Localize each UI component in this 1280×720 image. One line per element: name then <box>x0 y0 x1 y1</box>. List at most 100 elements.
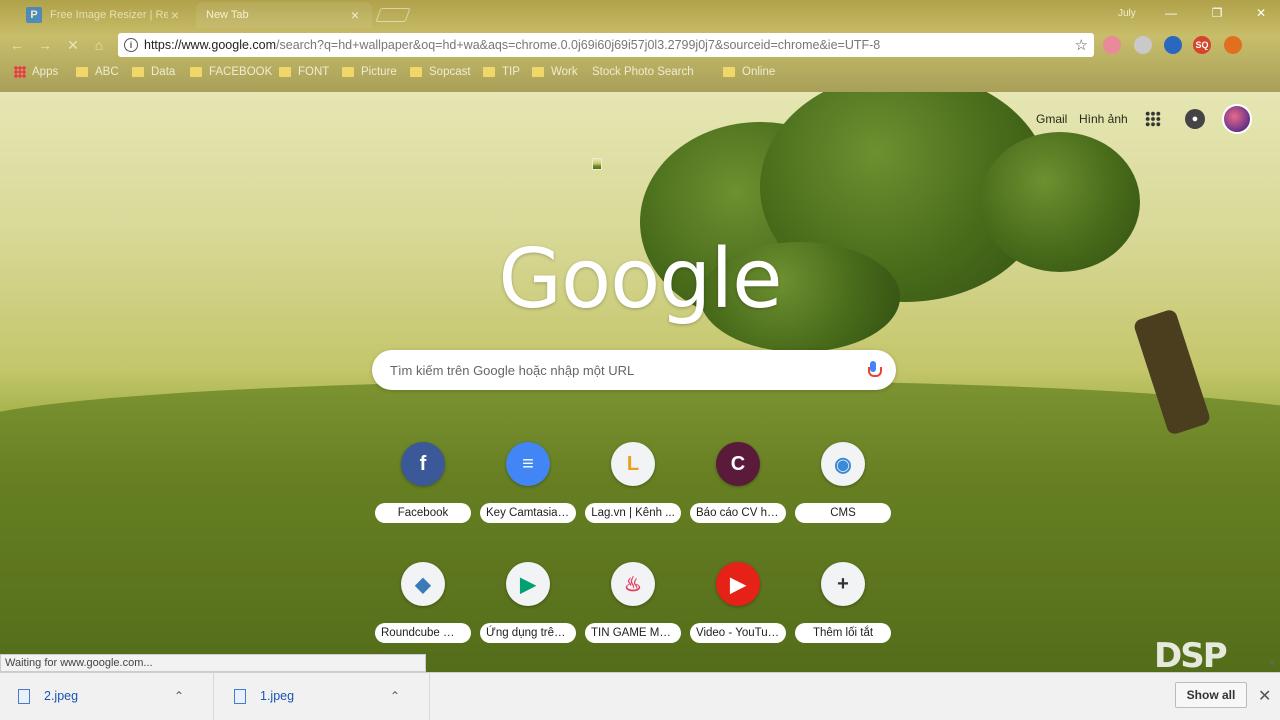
ext-pig-icon[interactable] <box>1103 36 1121 54</box>
shortcut-tile[interactable]: ◆ Roundcube We... <box>375 562 471 662</box>
play-store-icon[interactable]: ▶ <box>506 562 550 606</box>
lag-icon[interactable]: L <box>611 442 655 486</box>
shortcut-label[interactable]: Ứng dụng trên ... <box>480 623 576 643</box>
image-file-icon <box>234 688 246 704</box>
tab-close-icon[interactable]: × <box>348 7 362 23</box>
shortcut-label[interactable]: Video - YouTube <box>690 623 786 643</box>
close-window-button[interactable]: ✕ <box>1246 4 1276 24</box>
bookmark-font[interactable]: FONT <box>279 66 329 78</box>
roundcube-icon[interactable]: ◆ <box>401 562 445 606</box>
bookmark-sopcast[interactable]: Sopcast <box>410 66 471 78</box>
shortcut-label[interactable]: Thêm lối tắt <box>795 623 891 643</box>
ext-fox-icon[interactable] <box>1224 36 1242 54</box>
notifications-bell-icon[interactable]: ● <box>1185 109 1205 129</box>
bookmark-label: FACEBOOK <box>209 66 273 78</box>
stop-icon[interactable]: ✕ <box>64 36 82 54</box>
forward-icon[interactable]: → <box>36 36 54 54</box>
search-input[interactable] <box>390 362 868 378</box>
shortcut-tile[interactable]: ♨ TIN GAME MỚI... <box>585 562 681 662</box>
folder-icon <box>723 67 735 77</box>
shortcut-label[interactable]: Key Camtasia 9... <box>480 503 576 523</box>
new-tab-button[interactable] <box>375 8 411 22</box>
youtube-icon[interactable]: ▶ <box>716 562 760 606</box>
account-avatar[interactable] <box>1222 104 1252 134</box>
info-icon[interactable]: i <box>124 38 138 52</box>
status-bubble: Waiting for www.google.com... <box>0 654 426 672</box>
cms-icon[interactable]: ◉ <box>821 442 865 486</box>
ext-sq-icon[interactable]: SQ <box>1193 36 1211 54</box>
back-icon[interactable]: ← <box>8 36 26 54</box>
ext-circle-icon[interactable] <box>1134 36 1152 54</box>
shortcut-label[interactable]: Roundcube We... <box>375 623 471 643</box>
shortcut-tile[interactable]: f Facebook <box>375 442 471 542</box>
close-download-shelf-icon[interactable]: ✕ <box>1258 686 1271 706</box>
folder-icon <box>76 67 88 77</box>
bookmark-label: Online <box>742 66 776 78</box>
download-filename[interactable]: 1.jpeg <box>260 689 390 703</box>
shortcut-tile[interactable]: C Báo cáo CV há... <box>690 442 786 542</box>
watermark-logo: DSP <box>1154 636 1228 672</box>
url-text[interactable]: https://www.google.com/search?q=hd+wallp… <box>144 38 1075 52</box>
game-icon[interactable]: ♨ <box>611 562 655 606</box>
bookmark-label: Apps <box>32 66 59 78</box>
tab-image-resizer[interactable]: P Free Image Resizer | Res × <box>16 2 192 28</box>
shortcut-tile[interactable]: ▶ Video - YouTube <box>690 562 786 662</box>
bookmark-stock-photo-search[interactable]: Stock Photo Search <box>592 66 694 170</box>
bookmark-apps[interactable]: Apps <box>14 66 58 78</box>
gmail-link[interactable]: Gmail <box>1036 112 1067 126</box>
shortcut-label[interactable]: Báo cáo CV há... <box>690 503 786 523</box>
shortcut-label[interactable]: Lag.vn | Kênh ... <box>585 503 681 523</box>
bookmark-picture[interactable]: Picture <box>342 66 397 78</box>
folder-icon <box>410 67 422 77</box>
bookmark-data[interactable]: Data <box>132 66 175 78</box>
shortcut-label[interactable]: TIN GAME MỚI... <box>585 623 681 643</box>
home-icon[interactable]: ⌂ <box>90 36 108 54</box>
bookmark-label: Stock Photo Search <box>592 66 694 78</box>
shortcut-tile[interactable]: + Thêm lối tắt <box>795 562 891 662</box>
tab-title: New Tab <box>206 9 249 21</box>
folder-icon <box>483 67 495 77</box>
docs-icon[interactable]: ≡ <box>506 442 550 486</box>
bookmark-facebook[interactable]: FACEBOOK <box>190 66 272 78</box>
bookmark-online[interactable]: Online <box>723 66 775 78</box>
images-link[interactable]: Hình ảnh <box>1079 112 1128 126</box>
letter-c-icon[interactable]: C <box>716 442 760 486</box>
shortcut-tile[interactable]: L Lag.vn | Kênh ... <box>585 442 681 542</box>
search-box[interactable] <box>372 350 896 390</box>
shortcut-label[interactable]: CMS <box>795 503 891 523</box>
shortcut-tile[interactable]: ▶ Ứng dụng trên ... <box>480 562 576 662</box>
microphone-icon[interactable] <box>868 361 882 379</box>
facebook-icon[interactable]: f <box>401 442 445 486</box>
minimize-button[interactable]: — <box>1156 4 1186 24</box>
bookmark-abc[interactable]: ABC <box>76 66 119 78</box>
maximize-button[interactable]: ❐ <box>1202 4 1232 24</box>
tab-title: Free Image Resizer | Res <box>50 9 168 21</box>
bookmark-star-icon[interactable]: ☆ <box>1075 36 1088 54</box>
bookmark-label: Picture <box>361 66 397 78</box>
download-item[interactable]: 1.jpeg ⌃ <box>216 672 430 720</box>
bookmark-label: Sopcast <box>429 66 471 78</box>
bookmark-work[interactable]: Work <box>532 66 578 78</box>
bookmark-tip[interactable]: TIP <box>483 66 520 78</box>
bookmark-label: FONT <box>298 66 330 78</box>
shortcut-tile[interactable]: ◉ CMS <box>795 442 891 542</box>
image-file-icon <box>18 688 30 704</box>
scroll-down-arrow-icon[interactable]: ▼ <box>1268 659 1276 668</box>
shortcut-label[interactable]: Facebook <box>375 503 471 523</box>
address-bar[interactable]: i https://www.google.com/search?q=hd+wal… <box>118 33 1094 57</box>
chevron-up-icon[interactable]: ⌃ <box>390 689 400 703</box>
ext-v-icon[interactable] <box>1164 36 1182 54</box>
shortcut-tile[interactable]: ≡ Key Camtasia 9... <box>480 442 576 542</box>
show-all-downloads-button[interactable]: Show all <box>1175 682 1247 708</box>
folder-icon <box>190 67 202 77</box>
download-item[interactable]: 2.jpeg ⌃ <box>0 672 214 720</box>
tab-close-icon[interactable]: × <box>168 7 182 23</box>
tab-new-tab[interactable]: New Tab × <box>196 2 372 28</box>
chevron-up-icon[interactable]: ⌃ <box>174 689 184 703</box>
new-tab-page: Gmail Hình ảnh ● Google f Facebook ≡ Key Ca… <box>0 92 1280 672</box>
profile-name[interactable]: July <box>1118 8 1136 19</box>
download-filename[interactable]: 2.jpeg <box>44 689 174 703</box>
plus-icon[interactable]: + <box>821 562 865 606</box>
pixlr-favicon-icon: P <box>26 7 42 23</box>
google-apps-icon[interactable] <box>1145 111 1161 127</box>
